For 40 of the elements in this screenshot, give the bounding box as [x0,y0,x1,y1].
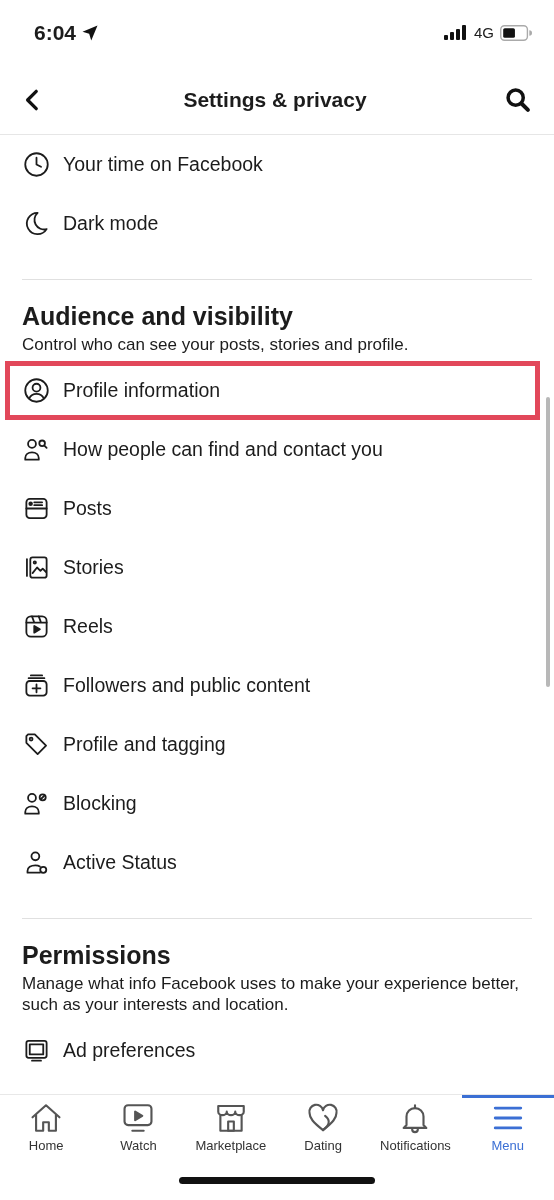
profile-icon [23,377,50,404]
settings-item[interactable]: Stories [5,538,540,597]
settings-item[interactable]: Profile and tagging [5,715,540,774]
search-icon [504,85,532,114]
network-type: 4G [474,24,494,41]
settings-item[interactable]: How people can find and contact you [5,420,540,479]
tab-bar-item[interactable]: Watch [92,1095,185,1163]
blocking-icon [23,790,50,817]
page-title: Settings & privacy [183,87,367,112]
video-icon [121,1101,156,1135]
moon-icon [23,210,50,237]
settings-item[interactable]: Reels [5,597,540,656]
settings-item[interactable]: Blocking [5,774,540,833]
signal-icon [444,24,468,41]
tag-icon [23,731,50,758]
settings-item[interactable]: Profile information [5,361,540,420]
section-description: Control who can see your posts, stories and profile. [21,334,410,356]
tab-bar-item[interactable]: Home [0,1095,93,1163]
picture-stack-icon [23,554,50,581]
settings-item[interactable]: Active Status [5,833,540,892]
followers-icon [23,672,50,699]
posts-icon [23,495,50,522]
tab-bar-item[interactable]: Marketplace [184,1095,277,1163]
tab-bar-item[interactable]: Notifications [369,1095,462,1163]
settings-item[interactable]: Followers and public content [5,656,540,715]
settings-item[interactable]: Your time on Facebook [5,135,540,194]
clock-icon [23,151,50,178]
settings-item[interactable]: Posts [5,479,540,538]
reels-icon [23,613,50,640]
battery-icon [500,24,532,41]
section-title: Audience and visibility [21,301,294,332]
settings-item[interactable]: Dark mode [5,194,540,253]
monitor-icon [23,1037,50,1064]
tab-bar-item[interactable]: Menu [461,1095,554,1163]
person-search-icon [23,436,50,463]
section-title: Permissions [21,940,172,971]
status-time: 6:04 [34,20,77,45]
section-description: Manage what info Facebook uses to make your experience better, such as your interests and location. [21,973,521,1016]
tab-bar-item[interactable]: Dating [277,1095,370,1163]
settings-item[interactable]: Ad preferences [5,1021,540,1080]
